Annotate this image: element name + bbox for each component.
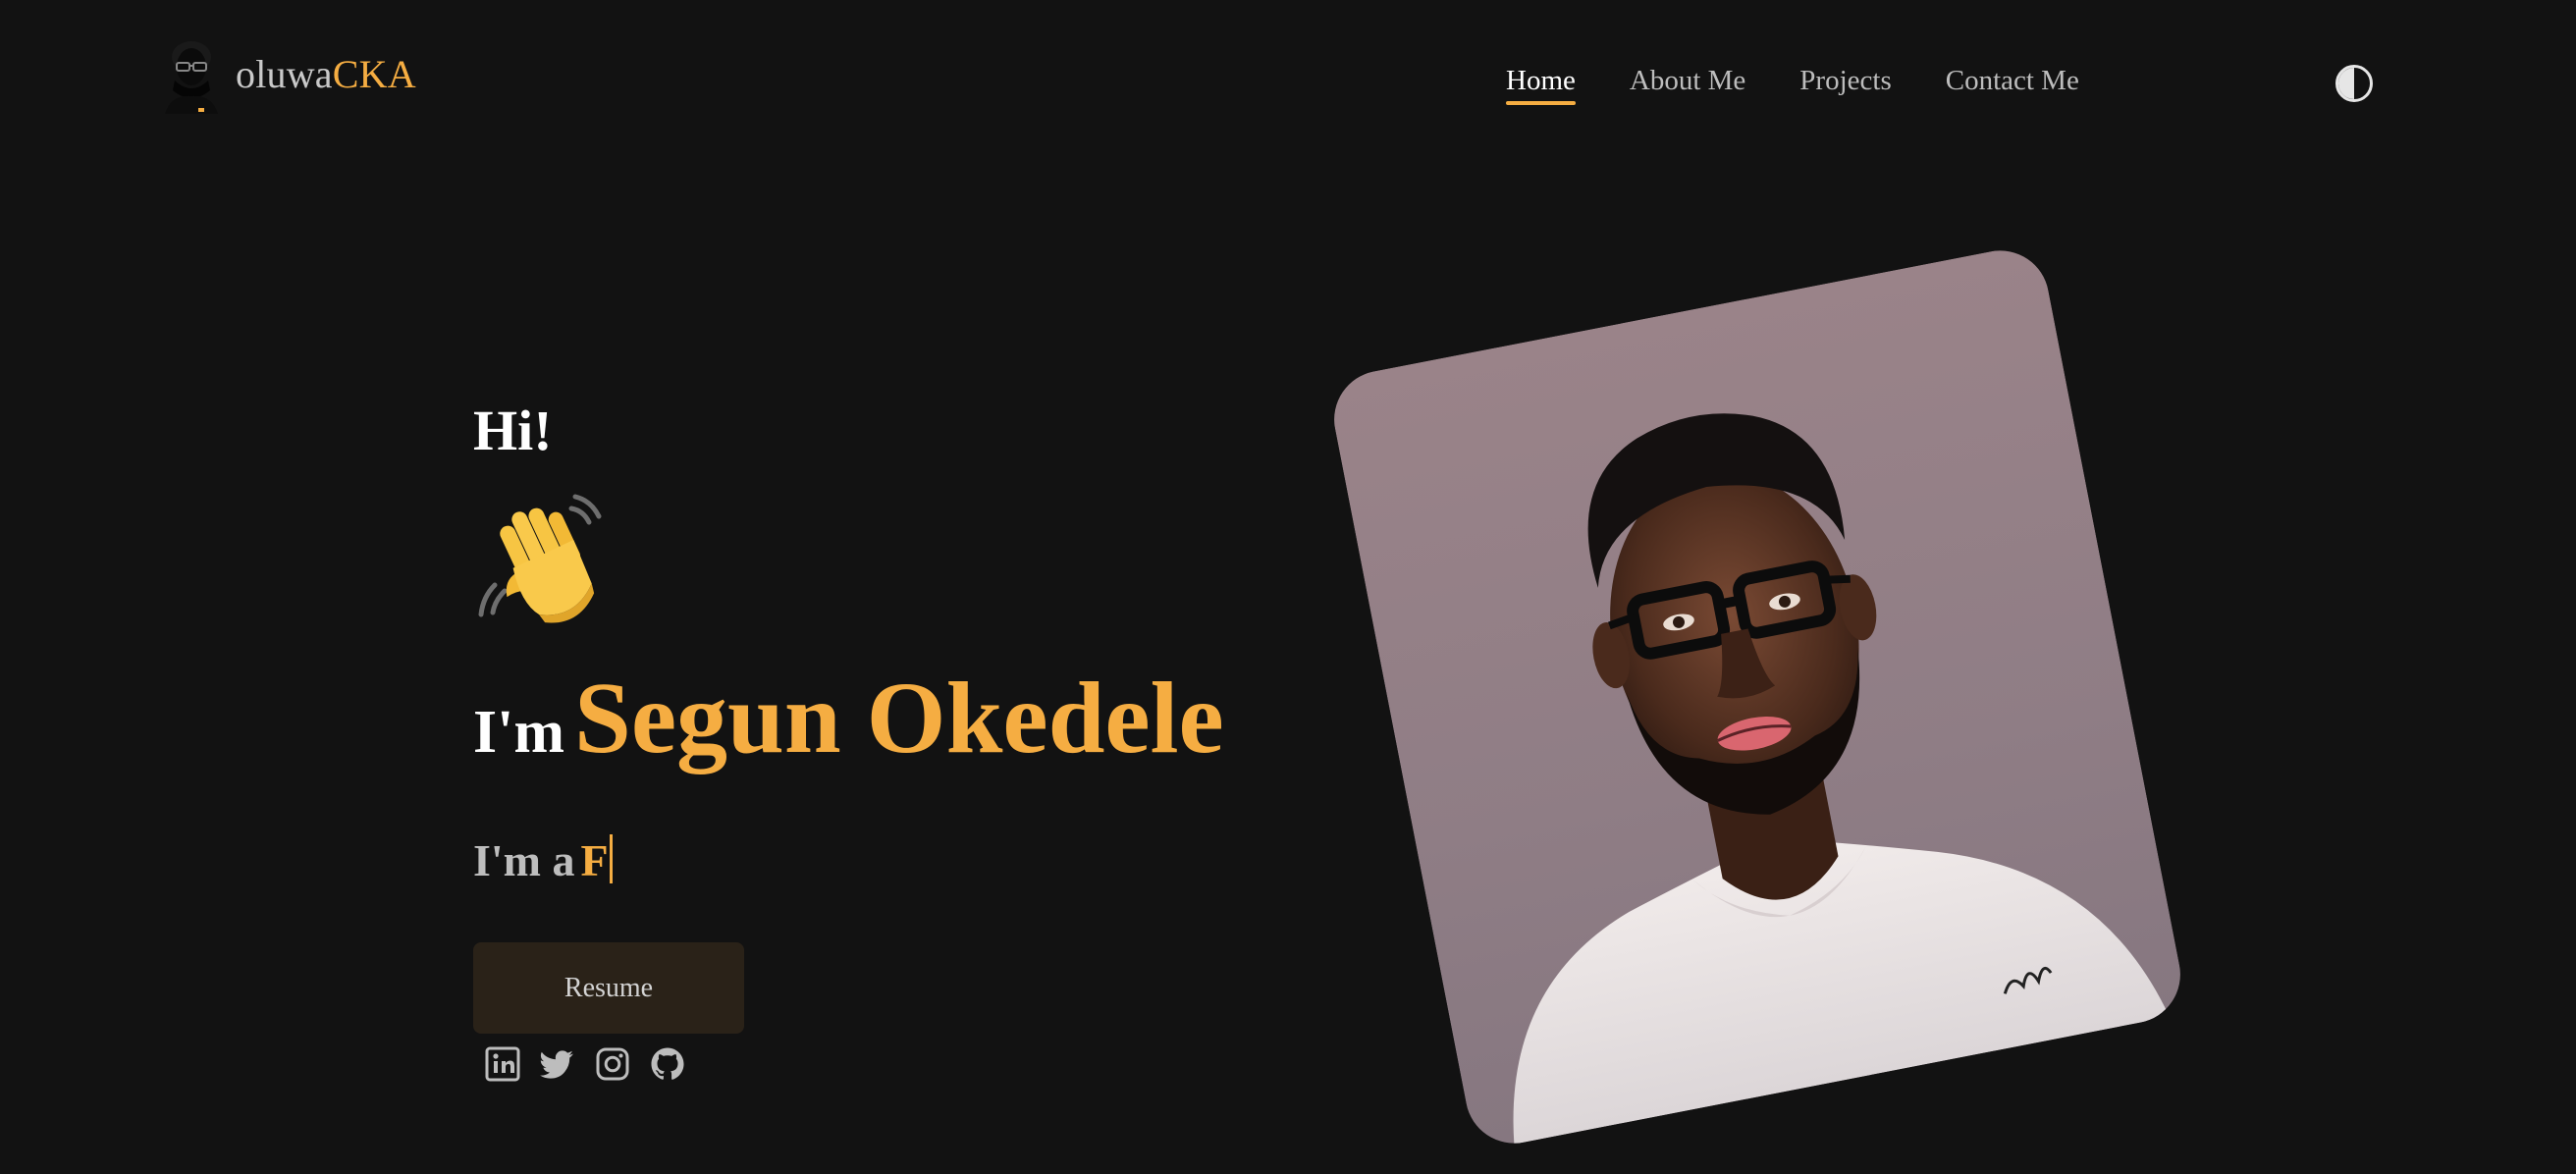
twitter-link[interactable] [540, 1046, 575, 1082]
linkedin-icon [485, 1046, 520, 1082]
portrait-image [1325, 241, 2189, 1152]
resume-button[interactable]: Resume [473, 942, 744, 1034]
waving-hand-icon [478, 494, 602, 623]
main-nav: Home About Me Projects Contact Me [1506, 67, 2079, 105]
site-logo[interactable]: oluwaCKA [161, 35, 416, 114]
theme-toggle-button[interactable] [2335, 65, 2373, 102]
github-link[interactable] [650, 1046, 685, 1082]
instagram-link[interactable] [595, 1046, 630, 1082]
hero-intro: Hi! I'm Segun Okedele I'm aF Resume [473, 399, 1357, 1082]
logo-text: oluwaCKA [236, 55, 416, 94]
logo-text-plain: oluwa [236, 52, 333, 96]
role-typewriter: I'm aF [473, 834, 613, 883]
logo-text-accent: CKA [332, 52, 416, 96]
instagram-icon [596, 1047, 629, 1081]
nav-contact-me[interactable]: Contact Me [1946, 67, 2079, 103]
social-links [485, 1046, 685, 1082]
linkedin-link[interactable] [485, 1046, 520, 1082]
nav-about-me[interactable]: About Me [1630, 67, 1745, 103]
avatar-portrait-icon [165, 41, 218, 114]
role-prefix: I'm a [473, 835, 575, 885]
greeting-heading: Hi! [473, 399, 553, 462]
github-icon [651, 1047, 684, 1080]
twitter-icon [540, 1050, 573, 1079]
nav-home[interactable]: Home [1506, 67, 1576, 105]
role-typed-text: F [580, 835, 609, 885]
hero-name: Segun Okedele [574, 662, 1224, 774]
intro-line: I'm Segun Okedele [473, 667, 1224, 770]
nav-projects[interactable]: Projects [1799, 67, 1891, 103]
typing-caret [609, 834, 613, 883]
im-label: I'm [473, 699, 564, 766]
